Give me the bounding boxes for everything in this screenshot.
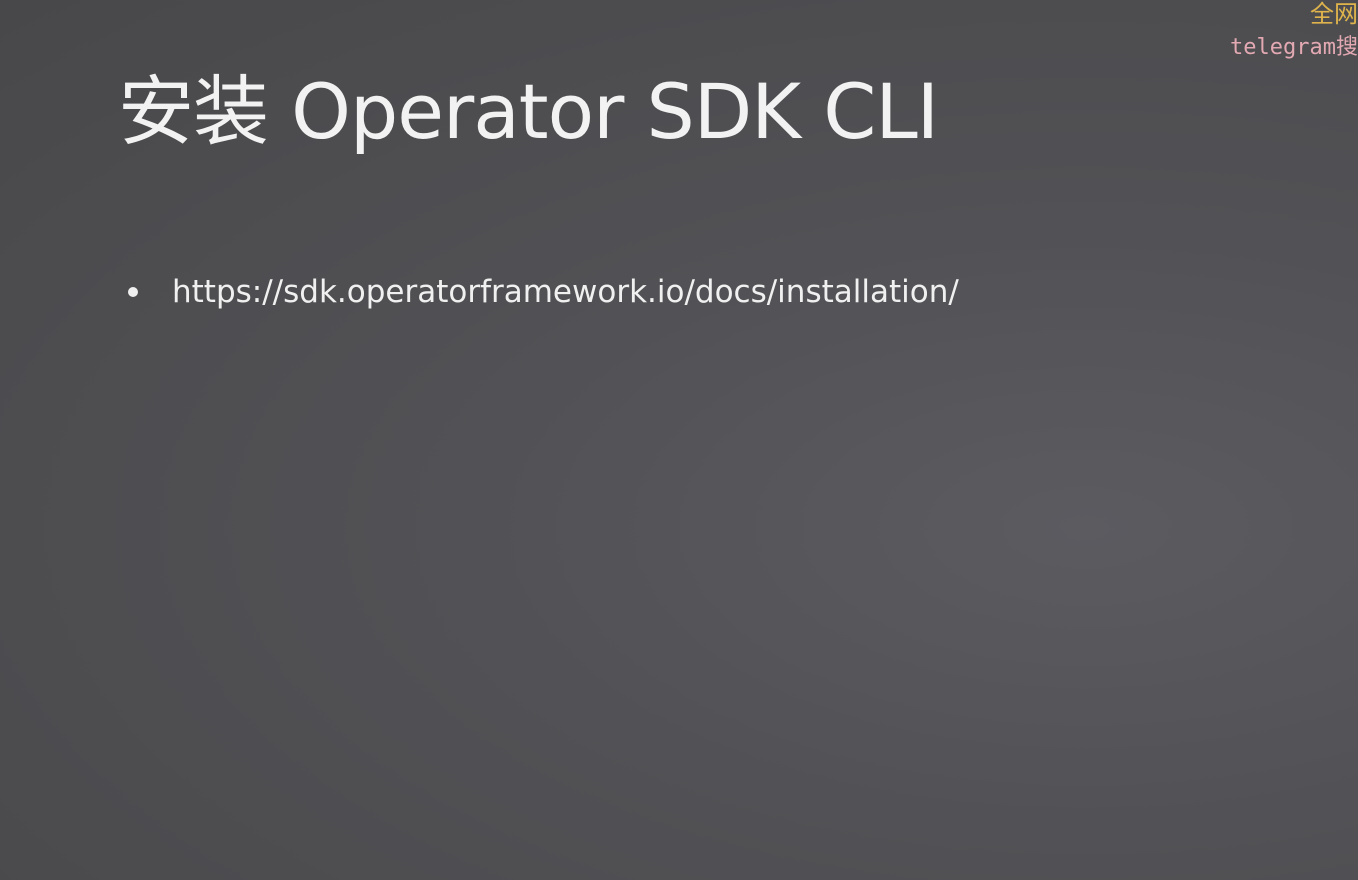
watermark-line-1: 全网 <box>1310 0 1358 28</box>
bullet-list: https://sdk.operatorframework.io/docs/in… <box>128 274 959 310</box>
presentation-slide: 安装 Operator SDK CLI https://sdk.operator… <box>0 0 1358 880</box>
watermark-line-2: telegram搜 <box>1230 34 1358 60</box>
installation-link-text: https://sdk.operatorframework.io/docs/in… <box>172 274 959 310</box>
slide-title: 安装 Operator SDK CLI <box>118 67 939 156</box>
list-item: https://sdk.operatorframework.io/docs/in… <box>128 274 959 310</box>
watermark: 全网 telegram搜 <box>1230 0 1358 61</box>
bullet-icon <box>128 287 138 297</box>
